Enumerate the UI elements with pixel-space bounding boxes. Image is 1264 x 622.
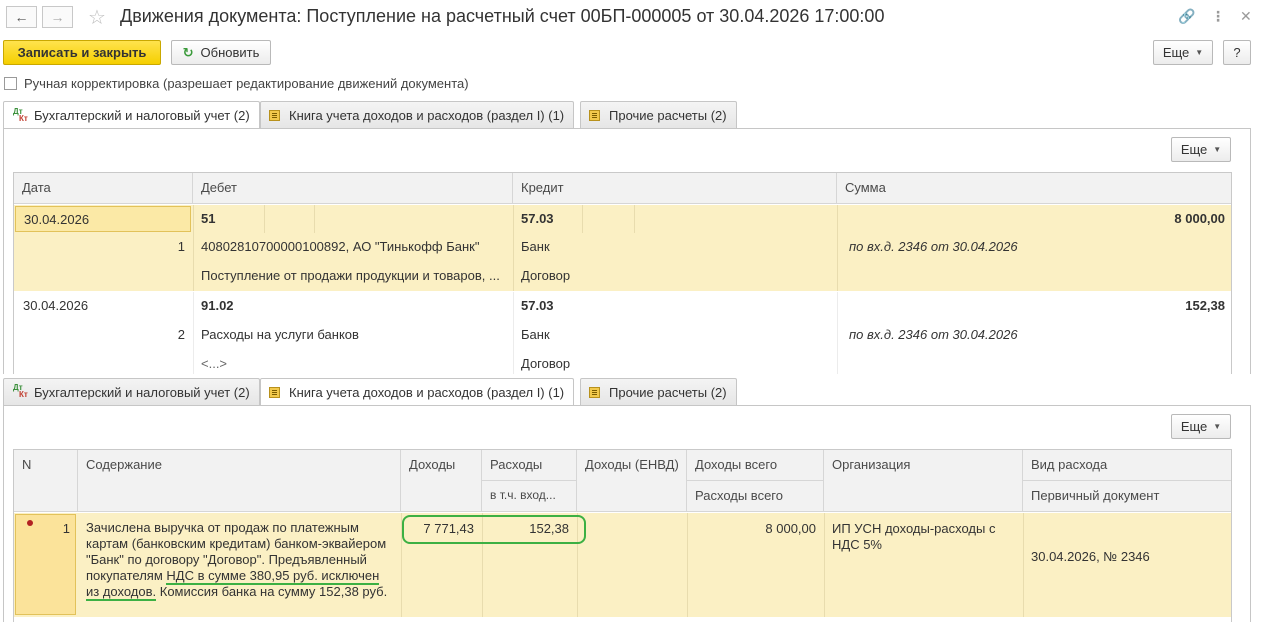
dropdown-caret-icon: ▼ [1195, 48, 1204, 57]
manual-correction-checkbox[interactable] [4, 77, 17, 90]
row-organization: ИП УСН доходы-расходы с НДС 5% [832, 521, 996, 552]
more-button[interactable]: Еще ▼ [1153, 40, 1213, 65]
window-title: Движения документа: Поступление на расче… [120, 6, 885, 26]
credit-subconto-1: Банк [521, 327, 550, 342]
panel-more-button[interactable]: Еще ▼ [1171, 414, 1231, 439]
vat-excluded-highlight: НДС в сумме 380,95 руб. исключен [166, 568, 380, 585]
debit-subconto-2: <...> [201, 356, 228, 371]
col-header-expenses-total[interactable]: Расходы всего [687, 481, 824, 512]
back-button[interactable]: ← [6, 6, 37, 28]
credit-subconto-2: Договор [521, 268, 571, 283]
row-content: по вх.д. 2346 от 30.04.2026 [849, 327, 1018, 342]
debit-subconto-1: Расходы на услуги банков [201, 327, 359, 342]
refresh-label: Обновить [200, 45, 260, 60]
col-header-expenses[interactable]: Расходы [482, 450, 577, 481]
row-number: 2 [177, 327, 185, 342]
tab-label: Прочие расчеты (2) [609, 107, 727, 123]
row-date: 30.04.2026 [15, 206, 191, 232]
more-vertical-icon[interactable]: ⋮ [1211, 8, 1225, 25]
debit-subconto-1: 40802810700000100892, АО "Тинькофф Банк" [201, 239, 480, 254]
vat-excluded-highlight: из доходов. [86, 584, 157, 601]
row-income-total: 8 000,00 [765, 521, 816, 536]
col-header-content[interactable]: Содержание [78, 450, 401, 512]
dt-kt-icon: Дт Кт [13, 106, 28, 123]
row-sum: 8 000,00 [1174, 211, 1225, 226]
tab-label: Бухгалтерский и налоговый учет (2) [34, 108, 250, 123]
tab-accounting[interactable]: Дт Кт Бухгалтерский и налоговый учет (2) [3, 378, 260, 405]
book-icon [269, 387, 280, 398]
col-header-date[interactable]: Дата [14, 173, 193, 204]
column-separator [264, 205, 265, 233]
row-content: Зачислена выручка от продаж по платежным… [86, 520, 388, 601]
tab-other-settlements[interactable]: Прочие расчеты (2) [580, 378, 737, 405]
col-header-income-total[interactable]: Доходы всего [687, 450, 824, 481]
save-close-button[interactable]: Записать и закрыть [3, 40, 161, 65]
col-header-expenses-sub[interactable]: в т.ч. вход... [482, 481, 577, 512]
col-header-debit[interactable]: Дебет [193, 173, 513, 204]
dropdown-caret-icon: ▼ [1213, 422, 1222, 431]
row-content: по вх.д. 2346 от 30.04.2026 [849, 239, 1018, 254]
manual-correction-label: Ручная корректировка (разрешает редактир… [24, 76, 469, 91]
debit-subconto-2: Поступление от продажи продукции и товар… [201, 268, 500, 283]
credit-subconto-1: Банк [521, 239, 550, 254]
back-arrow-icon: ← [14, 9, 29, 25]
debit-account: 91.02 [201, 298, 234, 313]
dropdown-caret-icon: ▼ [1213, 145, 1222, 154]
panel-more-label: Еще [1180, 142, 1208, 157]
col-header-income[interactable]: Доходы [401, 450, 482, 512]
star-icon[interactable]: ☆ [88, 5, 106, 30]
column-separator [314, 205, 315, 233]
col-header-expense-type[interactable]: Вид расхода [1023, 450, 1231, 481]
tab-kudir[interactable]: Книга учета доходов и расходов (раздел I… [260, 101, 575, 128]
panel-more-label: Еще [1180, 419, 1208, 434]
dt-kt-icon: Дт Кт [13, 383, 28, 399]
row-sum: 152,38 [1185, 298, 1225, 313]
tab-accounting[interactable]: Дт Кт Бухгалтерский и налоговый учет (2) [3, 101, 260, 129]
link-icon[interactable]: 🔗 [1178, 8, 1195, 25]
save-close-label: Записать и закрыть [17, 45, 147, 60]
col-header-n[interactable]: N [14, 450, 78, 512]
col-header-sum[interactable]: Сумма [837, 173, 1231, 204]
panel-more-button[interactable]: Еще ▼ [1171, 137, 1231, 162]
column-separator [634, 205, 635, 233]
help-label: ? [1233, 45, 1241, 60]
kudir-table: N Содержание Доходы Расходы в т.ч. вход.… [13, 449, 1232, 622]
income-expenses-highlight [402, 515, 586, 544]
credit-account: 57.03 [521, 211, 554, 226]
help-button[interactable]: ? [1223, 40, 1251, 65]
tab-label: Бухгалтерский и налоговый учет (2) [34, 384, 250, 400]
tab-label: Книга учета доходов и расходов (раздел I… [289, 107, 565, 123]
book-icon [269, 109, 280, 121]
col-header-credit[interactable]: Кредит [513, 173, 837, 204]
more-label: Еще [1162, 45, 1190, 60]
row-date: 30.04.2026 [23, 298, 89, 313]
row-primary-doc: 30.04.2026, № 2346 [1031, 549, 1150, 564]
row-number: 1 [177, 239, 185, 254]
debit-account: 51 [201, 211, 216, 226]
refresh-icon: ↻ [182, 44, 194, 60]
credit-account: 57.03 [521, 298, 554, 313]
col-header-organization[interactable]: Организация [824, 450, 1023, 512]
book-icon [589, 386, 600, 398]
col-header-income-envd[interactable]: Доходы (ЕНВД) [577, 450, 687, 512]
col-header-primary-doc[interactable]: Первичный документ [1023, 481, 1231, 512]
book-icon [589, 109, 600, 121]
tab-kudir[interactable]: Книга учета доходов и расходов (раздел I… [260, 378, 575, 406]
close-icon[interactable]: ✕ [1240, 8, 1252, 25]
tab-bar-top: Дт Кт Бухгалтерский и налоговый учет (2) … [0, 101, 1264, 129]
forward-button[interactable]: → [42, 6, 73, 28]
tab-label: Прочие расчеты (2) [609, 384, 727, 400]
credit-subconto-2: Договор [521, 356, 571, 371]
tab-label: Книга учета доходов и расходов (раздел I… [289, 385, 565, 400]
forward-arrow-icon: → [50, 9, 65, 25]
tab-bar-bottom: Дт Кт Бухгалтерский и налоговый учет (2) … [0, 378, 1264, 406]
row-number: 1 [62, 521, 70, 536]
refresh-button[interactable]: ↻ Обновить [171, 40, 271, 65]
tab-other-settlements[interactable]: Прочие расчеты (2) [580, 101, 737, 128]
accounting-table: Дата Дебет Кредит Сумма 30.04.2026 1 51 … [13, 172, 1232, 374]
